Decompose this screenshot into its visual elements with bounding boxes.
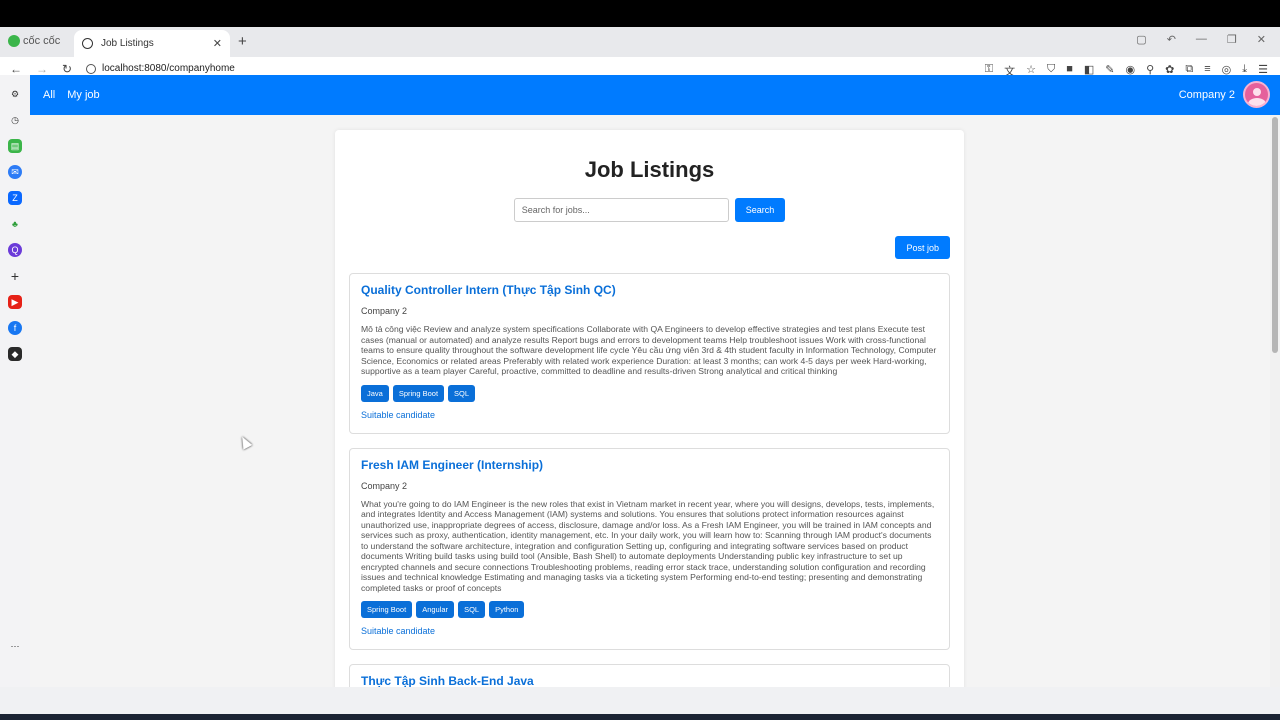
nav-myjob-link[interactable]: My job <box>67 89 99 101</box>
screenshot-icon[interactable]: ▢ <box>1136 33 1146 46</box>
app-navbar: All My job Company 2 <box>30 75 1280 115</box>
more-icon[interactable]: ⋯ <box>8 639 22 653</box>
user-menu[interactable]: Company 2 <box>1179 81 1270 108</box>
page-title: Job Listings <box>584 157 715 182</box>
job-listings-panel: Job Listings Search Post job Quality Con… <box>335 130 964 687</box>
job-description: What you're going to do IAM Engineer is … <box>361 498 935 593</box>
skill-tag: Spring Boot <box>361 601 413 618</box>
minimize-button[interactable]: — <box>1196 33 1207 46</box>
sidebar-app-2-icon[interactable]: ◆ <box>8 347 22 361</box>
tab-strip: cốc cốc Job Listings ✕ + ▢ ↶ — ❐ ✕ <box>0 27 1280 57</box>
os-taskbar <box>0 714 1280 720</box>
job-card: Quality Controller Intern (Thực Tập Sinh… <box>349 273 950 434</box>
youtube-icon[interactable]: ▶ <box>8 295 22 309</box>
messenger-icon[interactable]: ✉ <box>8 165 22 179</box>
search-button[interactable]: Search <box>734 198 786 222</box>
avatar[interactable] <box>1243 81 1270 108</box>
browser-sidebar: ⚙ ◷ ▤ ✉ Z ♣ Q + ▶ f ◆ ⋯ <box>0 75 30 687</box>
job-tags: Java Spring Boot SQL <box>361 384 938 402</box>
job-title[interactable]: Thực Tập Sinh Back-End Java <box>361 674 938 687</box>
skill-tag: Spring Boot <box>392 384 445 402</box>
add-icon[interactable]: + <box>8 268 22 284</box>
zalo-icon[interactable]: Z <box>8 191 22 205</box>
job-title[interactable]: Fresh IAM Engineer (Internship) <box>361 458 938 472</box>
browser-brand[interactable]: cốc cốc <box>8 35 60 47</box>
search-app-icon[interactable]: Q <box>8 243 22 257</box>
maximize-button[interactable]: ❐ <box>1227 33 1237 46</box>
url-text: localhost:8080/companyhome <box>102 63 235 74</box>
user-name: Company 2 <box>1178 88 1235 101</box>
suitable-candidate-link[interactable]: Suitable candidate <box>361 410 435 420</box>
history-icon[interactable]: ◷ <box>8 113 22 127</box>
job-tags: Spring Boot Angular SQL Python <box>361 601 938 618</box>
job-card: Fresh IAM Engineer (Internship) Company 2… <box>349 447 950 650</box>
skill-tag: SQL <box>458 601 486 618</box>
sidebar-app-1-icon[interactable]: ▤ <box>8 139 22 153</box>
job-company: Company 2 <box>361 480 408 491</box>
skill-tag: Java <box>361 384 389 402</box>
close-tab-icon[interactable]: ✕ <box>213 37 222 50</box>
nav-all-link[interactable]: All <box>43 89 55 101</box>
post-job-row: Post job <box>335 236 964 259</box>
search-input[interactable] <box>513 198 729 222</box>
settings-icon[interactable]: ⚙ <box>8 87 22 101</box>
skill-tag: Python <box>489 601 525 618</box>
close-window-button[interactable]: ✕ <box>1257 33 1266 46</box>
brand-label: cốc cốc <box>23 35 61 47</box>
job-company: Company 2 <box>361 306 408 316</box>
search-row: Search <box>335 198 964 222</box>
skill-tag: Angular <box>416 601 455 618</box>
back-history-icon[interactable]: ↶ <box>1167 33 1176 46</box>
job-list: Quality Controller Intern (Thực Tập Sinh… <box>335 273 964 687</box>
coccoc-logo-icon <box>8 35 20 47</box>
github-icon <box>82 38 93 49</box>
reload-icon[interactable]: ↻ <box>62 62 72 76</box>
tab-job-listings[interactable]: Job Listings ✕ <box>74 30 230 57</box>
nav-buttons: ← → ↻ <box>10 62 72 76</box>
url-field[interactable]: localhost:8080/companyhome <box>86 63 235 74</box>
window-controls: ▢ ↶ — ❐ ✕ <box>1136 33 1266 46</box>
suitable-candidate-link[interactable]: Suitable candidate <box>361 626 435 636</box>
new-tab-button[interactable]: + <box>238 33 247 50</box>
job-card: Thực Tập Sinh Back-End Java <box>349 664 950 687</box>
screen-top-bar <box>0 0 1280 27</box>
forward-icon[interactable]: → <box>36 62 48 76</box>
facebook-icon[interactable]: f <box>8 321 22 335</box>
tab-title: Job Listings <box>101 38 154 49</box>
page-viewport: All My job Company 2 Job Listings Search… <box>30 75 1280 687</box>
back-icon[interactable]: ← <box>10 62 22 76</box>
post-job-button[interactable]: Post job <box>895 236 950 259</box>
page-scrollbar[interactable] <box>1270 115 1280 687</box>
site-info-icon[interactable] <box>86 63 96 74</box>
scrollbar-thumb[interactable] <box>1272 117 1278 353</box>
job-title[interactable]: Quality Controller Intern (Thực Tập Sinh… <box>361 283 938 297</box>
skill-tag: SQL <box>448 384 476 402</box>
game-icon[interactable]: ♣ <box>8 217 22 231</box>
job-description: Mô tả công việc Review and analyze syste… <box>361 324 937 376</box>
